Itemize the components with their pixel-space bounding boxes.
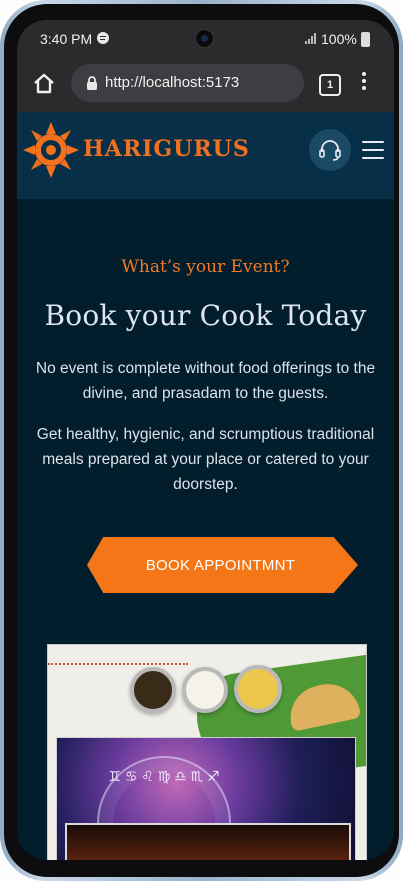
more-vert-icon[interactable] xyxy=(361,72,367,94)
status-bar: 3:40 PM 100% xyxy=(17,20,394,56)
hero-paragraph-1: No event is complete without food offeri… xyxy=(35,360,376,402)
bowl-dark-curry xyxy=(130,667,176,713)
home-icon[interactable] xyxy=(32,72,56,94)
support-button[interactable] xyxy=(309,129,351,171)
book-appointment-button[interactable]: BOOK APPOINTMNT xyxy=(87,537,358,593)
bowl-raita xyxy=(182,667,228,713)
brand-name[interactable]: HARIGURUS xyxy=(83,136,250,162)
sun-logo-icon[interactable] xyxy=(21,120,81,180)
headset-icon xyxy=(319,140,341,161)
status-time: 3:40 PM xyxy=(40,31,93,47)
hamburger-menu-icon[interactable] xyxy=(362,141,384,159)
tabs-icon[interactable]: 1 xyxy=(319,74,341,96)
hero-title: Book your Cook Today xyxy=(44,299,367,332)
hero-image-collage: ♊ ♋ ♌ ♍ ♎ ♏ ♐ xyxy=(47,644,367,860)
phone-frame: 3:40 PM 100% http://localhost:5173 1 HAR… xyxy=(0,0,403,881)
spotify-icon xyxy=(97,32,109,44)
battery-icon xyxy=(361,32,370,47)
front-camera xyxy=(196,30,213,47)
hero-paragraph-2: Get healthy, hygienic, and scrumptious t… xyxy=(36,426,375,493)
address-bar[interactable]: http://localhost:5173 xyxy=(71,64,304,102)
browser-toolbar: http://localhost:5173 1 xyxy=(17,56,394,112)
url-text[interactable]: http://localhost:5173 xyxy=(105,74,239,91)
rangoli-pattern xyxy=(48,645,188,665)
bowl-yellow-curry xyxy=(234,665,282,713)
hero-section: What’s your Event? Book your Cook Today … xyxy=(17,199,394,860)
signal-icon xyxy=(305,33,318,44)
site-header: HARIGURUS xyxy=(17,112,394,199)
screen: 3:40 PM 100% http://localhost:5173 1 HAR… xyxy=(17,20,394,860)
phone-bezel: 3:40 PM 100% http://localhost:5173 1 HAR… xyxy=(4,4,399,877)
battery-percent: 100% xyxy=(321,31,357,47)
fire-ritual-image xyxy=(65,823,351,860)
book-appointment-label: BOOK APPOINTMNT xyxy=(145,556,296,574)
lock-icon xyxy=(87,76,97,90)
hero-eyebrow: What’s your Event? xyxy=(121,257,290,277)
